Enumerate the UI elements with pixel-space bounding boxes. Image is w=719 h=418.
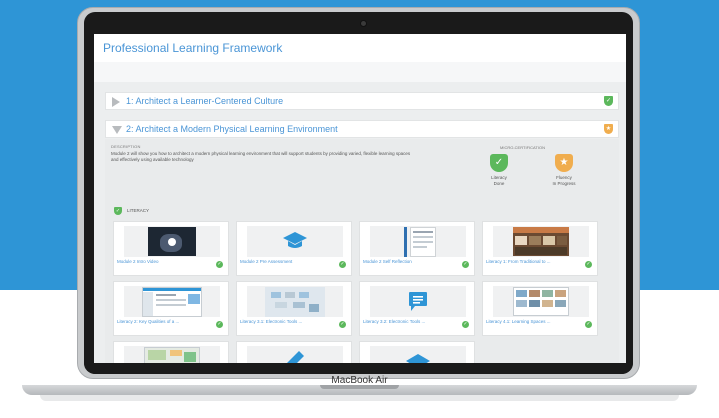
laptop-shadow	[40, 395, 679, 401]
module-card[interactable]: Module 2 Pre Assessment ✓	[236, 221, 352, 276]
module-card[interactable]: Literacy 1: From Traditional to ... ✓	[482, 221, 598, 276]
card-title[interactable]: Literacy 2: Key Qualities of a ...	[117, 319, 207, 325]
complete-check-icon: ✓	[216, 261, 223, 268]
thumbnail[interactable]	[370, 346, 466, 364]
page-header: Professional Learning Framework	[94, 34, 626, 62]
card-title[interactable]: Module 2 Intro Video	[117, 259, 207, 265]
thumbnail[interactable]	[247, 226, 343, 257]
screenshot-thumbnail[interactable]	[124, 286, 220, 317]
card-title[interactable]: Literacy 4.1: Learning Spaces ...	[486, 319, 576, 325]
expand-arrow-icon[interactable]	[112, 97, 120, 107]
fluency-badge-icon[interactable]: ★	[555, 154, 573, 172]
literacy-label: LITERACY	[127, 208, 150, 213]
module-card[interactable]: Literacy 4.1: Learning Spaces ... ✓	[482, 281, 598, 336]
section-2-header[interactable]: 2: Architect a Modern Physical Learning …	[105, 120, 619, 138]
module-card[interactable]: Literacy 3.2: Electronic Tools ... ✓	[359, 281, 475, 336]
complete-check-icon: ✓	[339, 321, 346, 328]
screen-chin	[84, 363, 633, 374]
module-card[interactable]	[113, 341, 229, 364]
module-card[interactable]: Literacy 2: Key Qualities of a ... ✓	[113, 281, 229, 336]
shield-badge-icon: ✓	[604, 96, 613, 106]
collapse-arrow-icon[interactable]	[112, 126, 122, 134]
literacy-panel: ✓ LITERACY Module 2 Intro Video ✓ Module…	[105, 199, 619, 364]
card-title[interactable]: Module 2 Self Reflection	[363, 259, 453, 265]
complete-check-icon: ✓	[462, 321, 469, 328]
thumbnail[interactable]	[370, 286, 466, 317]
fluency-badge-text: Fluency In Progress	[544, 175, 584, 186]
description-panel: DESCRIPTION Module 2 will show you how t…	[105, 139, 619, 199]
classroom-photo[interactable]	[493, 226, 589, 257]
module-card[interactable]: Module 2 Intro Video ✓	[113, 221, 229, 276]
header-toolbar	[94, 62, 626, 82]
card-title[interactable]: Literacy 3.1: Electronic Tools ...	[240, 319, 330, 325]
laptop-notch	[320, 385, 399, 389]
chat-icon	[409, 292, 427, 311]
section-2-title[interactable]: 2: Architect a Modern Physical Learning …	[126, 124, 338, 134]
document-thumbnail[interactable]	[370, 226, 466, 257]
micro-certification-label: MICRO-CERTIFICATION	[500, 145, 545, 150]
complete-check-icon: ✓	[462, 261, 469, 268]
photo-grid[interactable]	[493, 286, 589, 317]
complete-check-icon: ✓	[339, 261, 346, 268]
badge-status: Done	[493, 180, 505, 186]
module-card[interactable]: Module 2 Self Reflection ✓	[359, 221, 475, 276]
card-title[interactable]: Literacy 1: From Traditional to ...	[486, 259, 576, 265]
module-card[interactable]	[359, 341, 475, 364]
module-card[interactable]	[236, 341, 352, 364]
complete-check-icon: ✓	[216, 321, 223, 328]
badge-status: In Progress	[552, 180, 576, 186]
video-thumbnail[interactable]	[124, 226, 220, 257]
pencil-icon	[287, 351, 304, 364]
card-title[interactable]: Module 2 Pre Assessment	[240, 259, 330, 265]
complete-check-icon: ✓	[585, 321, 592, 328]
graduation-cap-icon	[283, 232, 307, 248]
classroom-3d-render[interactable]	[247, 286, 343, 317]
literacy-badge-icon[interactable]: ✓	[490, 154, 508, 172]
card-title[interactable]: Literacy 3.2: Electronic Tools ...	[363, 319, 453, 325]
map-thumbnail[interactable]	[124, 346, 220, 364]
description-text: Module 2 will show you how to architect …	[111, 151, 411, 162]
shield-check-icon: ✓	[114, 207, 122, 215]
thumbnail[interactable]	[247, 346, 343, 364]
complete-check-icon: ✓	[585, 261, 592, 268]
literacy-badge-text: Literacy Done	[479, 175, 519, 186]
description-label: DESCRIPTION	[111, 144, 141, 149]
camera-icon	[360, 20, 367, 27]
shield-badge-icon: ★	[604, 124, 613, 134]
page-title: Professional Learning Framework	[103, 41, 283, 55]
module-card[interactable]: Literacy 3.1: Electronic Tools ... ✓	[236, 281, 352, 336]
section-1-title[interactable]: 1: Architect a Learner-Centered Culture	[126, 96, 283, 106]
laptop-screen: Professional Learning Framework 1: Archi…	[94, 34, 626, 364]
section-1-header[interactable]: 1: Architect a Learner-Centered Culture …	[105, 92, 619, 110]
